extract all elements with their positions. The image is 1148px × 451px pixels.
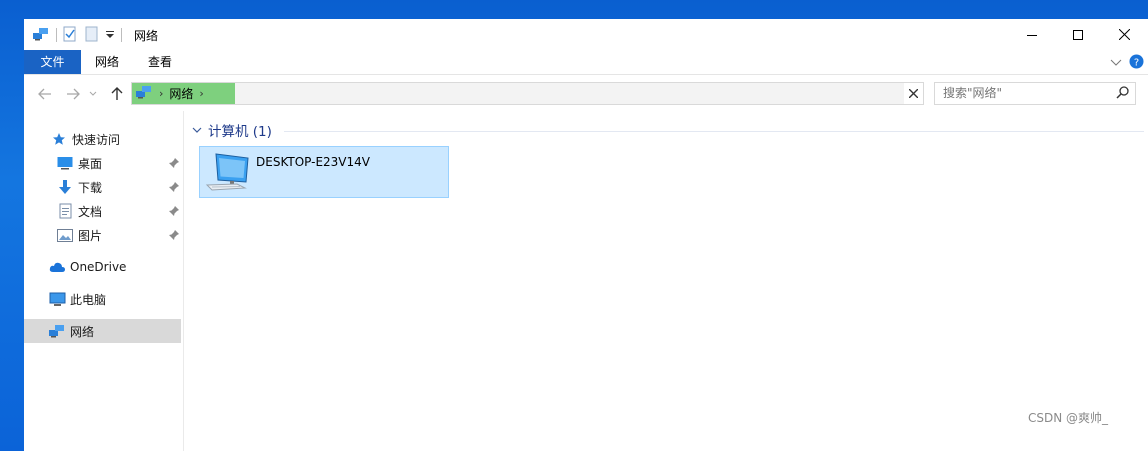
sidebar-item-label: 下载 — [78, 180, 103, 195]
sidebar-item-pictures[interactable]: 图片 — [56, 223, 102, 247]
star-icon — [50, 130, 68, 148]
pin-icon[interactable] — [168, 157, 180, 169]
pin-icon[interactable] — [168, 205, 180, 217]
search-icon[interactable] — [1116, 86, 1129, 102]
sidebar-item-label: 图片 — [78, 228, 103, 243]
computer-icon — [48, 290, 66, 308]
ribbon-tabs: 文件 网络 查看 ? — [24, 50, 1148, 75]
toolbar-separator — [56, 28, 57, 42]
network-icon[interactable] — [32, 26, 50, 45]
sidebar-item-desktop[interactable]: 桌面 — [56, 151, 102, 175]
forward-button[interactable] — [64, 85, 82, 103]
close-button[interactable] — [1101, 19, 1147, 50]
sidebar-item-label: 桌面 — [78, 156, 103, 171]
maximize-icon — [1073, 29, 1083, 40]
picture-icon — [56, 226, 74, 244]
stop-button[interactable] — [904, 82, 924, 105]
sidebar-item-documents[interactable]: 文档 — [56, 199, 102, 223]
navigation-bar: › 网络 › — [24, 75, 1148, 111]
sidebar-item-label: 文档 — [78, 204, 103, 219]
group-header-computers[interactable]: 计算机 (1) — [192, 121, 272, 140]
pin-icon[interactable] — [168, 229, 180, 241]
sidebar-item-quick-access[interactable]: 快速访问 — [50, 127, 120, 151]
properties-icon[interactable] — [63, 26, 77, 45]
sidebar-item-onedrive[interactable]: OneDrive — [48, 255, 126, 279]
watermark: CSDN @爽帅_ — [1028, 411, 1109, 425]
toolbar-separator — [121, 28, 122, 42]
sidebar-item-label: 此电脑 — [70, 292, 107, 307]
sidebar-item-label: 快速访问 — [72, 132, 121, 147]
title-bar: 网络 — [24, 19, 1148, 50]
new-folder-icon[interactable] — [85, 26, 99, 45]
group-divider — [284, 131, 1144, 132]
breadcrumb-network[interactable]: 网络 — [169, 85, 193, 102]
window-title: 网络 — [134, 29, 159, 43]
expand-ribbon-icon[interactable] — [1110, 56, 1122, 70]
arrow-up-icon — [111, 87, 123, 100]
arrow-left-icon — [38, 88, 51, 100]
customize-toolbar-icon[interactable] — [105, 28, 115, 42]
minimize-icon — [1027, 34, 1037, 36]
computer-name: DESKTOP-E23V14V — [256, 155, 370, 169]
up-button[interactable] — [108, 85, 126, 103]
sidebar-item-label: OneDrive — [70, 260, 127, 274]
chevron-down-icon — [192, 122, 202, 138]
svg-text:?: ? — [1134, 58, 1139, 69]
close-icon — [909, 89, 918, 98]
recent-locations-button[interactable] — [88, 85, 98, 103]
breadcrumb-chevron-icon[interactable]: › — [199, 87, 203, 100]
address-bar[interactable]: › 网络 › — [131, 82, 924, 105]
breadcrumb-chevron-icon[interactable]: › — [159, 87, 163, 100]
desktop-icon — [56, 154, 74, 172]
explorer-window: 网络 文件 网络 查看 ? › 网络 › 搜索"网络" 快速访问 桌面 下载 文… — [24, 19, 1148, 451]
help-icon[interactable]: ? — [1129, 54, 1144, 72]
group-title: 计算机 (1) — [208, 124, 272, 140]
computer-item[interactable]: DESKTOP-E23V14V — [199, 146, 449, 198]
computer-icon — [204, 151, 252, 196]
sidebar-item-this-pc[interactable]: 此电脑 — [48, 287, 106, 311]
close-icon — [1118, 29, 1130, 40]
file-list: 计算机 (1) DESKTOP-E23V14V — [184, 111, 1148, 451]
download-icon — [56, 178, 74, 196]
tab-network[interactable]: 网络 — [86, 50, 128, 74]
navigation-pane: 快速访问 桌面 下载 文档 图片 OneDrive 此电脑 网络 — [24, 111, 184, 451]
arrow-right-icon — [67, 88, 80, 100]
network-icon — [135, 84, 153, 103]
pin-icon[interactable] — [168, 181, 180, 193]
document-icon — [56, 202, 74, 220]
sidebar-item-network[interactable]: 网络 — [24, 319, 181, 343]
back-button[interactable] — [36, 85, 54, 103]
tab-file[interactable]: 文件 — [24, 50, 81, 74]
chevron-down-icon — [89, 91, 97, 96]
sidebar-item-label: 网络 — [70, 324, 95, 339]
quick-access-toolbar — [32, 25, 128, 45]
network-icon — [48, 322, 66, 340]
tab-view[interactable]: 查看 — [140, 50, 180, 74]
search-input[interactable] — [935, 83, 1113, 102]
maximize-button[interactable] — [1055, 19, 1101, 50]
sidebar-item-downloads[interactable]: 下载 — [56, 175, 102, 199]
minimize-button[interactable] — [1009, 19, 1055, 50]
cloud-icon — [48, 258, 66, 276]
search-box[interactable] — [934, 82, 1136, 105]
address-path: › 网络 › — [132, 83, 235, 104]
